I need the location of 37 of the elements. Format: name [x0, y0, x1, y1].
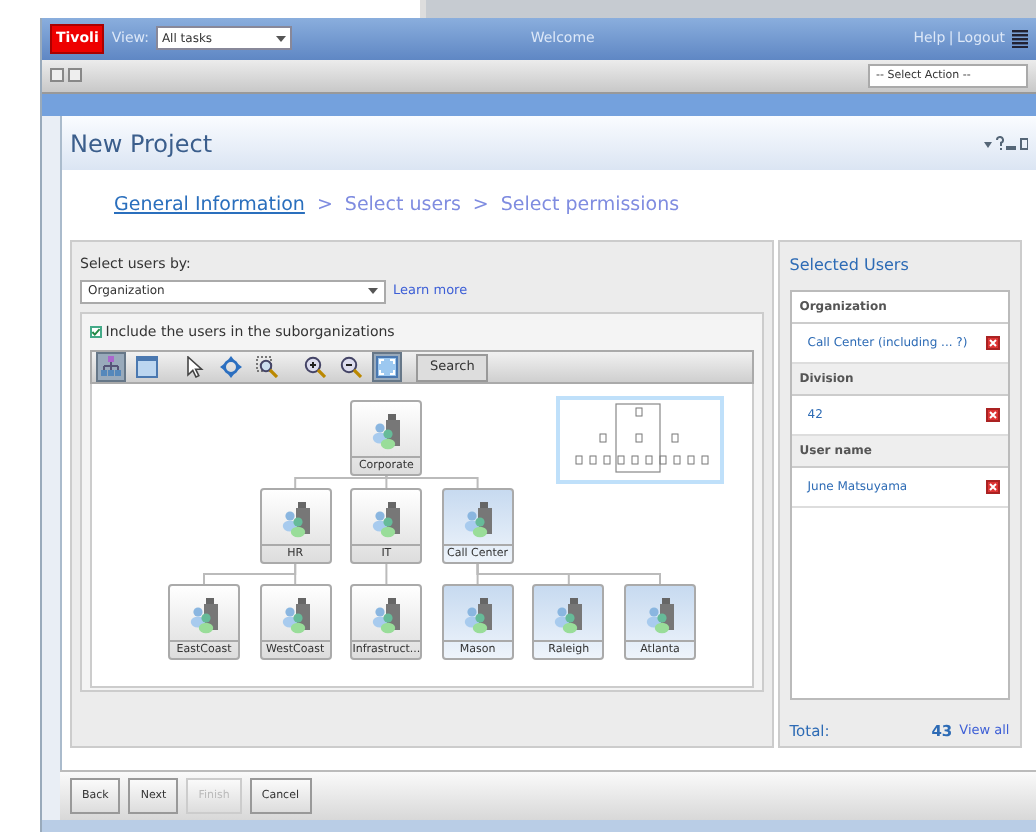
panel-title: Selected Users	[789, 254, 911, 279]
step-separator: >	[472, 191, 489, 220]
remove-icon[interactable]	[986, 480, 1001, 495]
fit-icon	[376, 356, 398, 379]
caret-icon	[275, 33, 286, 44]
people-icon	[644, 596, 676, 635]
pointer-icon	[184, 356, 206, 379]
caret-icon	[368, 286, 378, 297]
people-icon	[279, 596, 312, 635]
tool-button[interactable]	[252, 352, 282, 383]
zoom-area-icon	[256, 356, 278, 379]
connector-line	[385, 563, 388, 586]
people-icon	[188, 596, 220, 635]
org-chart-icon	[100, 356, 122, 379]
panel-icon	[136, 356, 158, 379]
zoom-in-icon	[304, 356, 326, 379]
step-link[interactable]: General Information	[114, 191, 305, 221]
people-icon	[552, 596, 585, 635]
maximize-icon[interactable]	[1020, 136, 1028, 151]
step-separator: >	[316, 191, 333, 220]
tool-button[interactable]	[300, 352, 330, 383]
ibm-logo-icon	[1012, 29, 1028, 48]
portlet-title: New Project	[70, 127, 213, 162]
people-icon	[461, 596, 494, 635]
checkbox[interactable]	[90, 326, 102, 339]
people-icon	[370, 500, 403, 539]
remove-icon[interactable]	[986, 408, 1001, 423]
dropdown-icon[interactable]	[983, 139, 992, 148]
pan-icon	[220, 356, 242, 379]
zoom-out-icon	[340, 356, 362, 379]
tool-button[interactable]	[336, 352, 366, 383]
people-icon	[370, 596, 403, 635]
help-icon[interactable]	[995, 136, 1003, 151]
people-icon	[370, 412, 403, 451]
remove-icon[interactable]	[986, 336, 1001, 351]
people-icon	[461, 500, 494, 539]
people-icon	[279, 500, 312, 539]
